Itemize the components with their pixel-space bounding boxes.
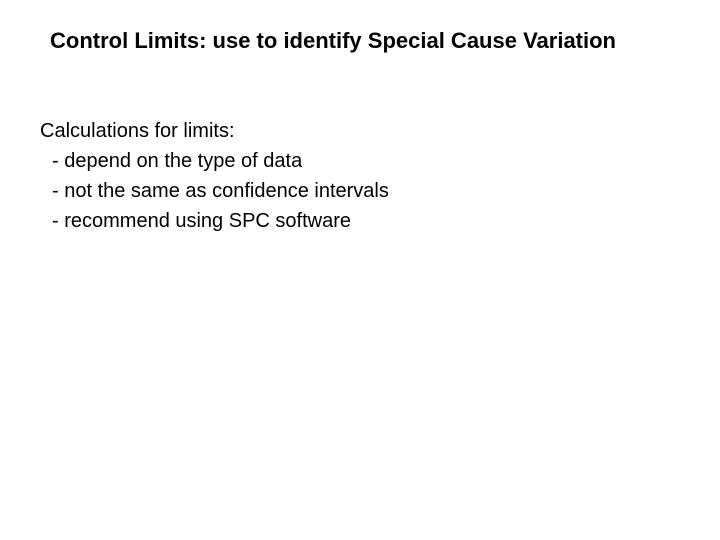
slide-container: Control Limits: use to identify Special … [0, 0, 720, 276]
bullet-item: - depend on the type of data [40, 146, 680, 176]
bullet-item: - recommend using SPC software [40, 206, 680, 236]
bullet-item: - not the same as confidence intervals [40, 176, 680, 206]
slide-title: Control Limits: use to identify Special … [50, 28, 680, 54]
intro-text: Calculations for limits: [40, 116, 680, 146]
slide-body: Calculations for limits: - depend on the… [40, 116, 680, 236]
